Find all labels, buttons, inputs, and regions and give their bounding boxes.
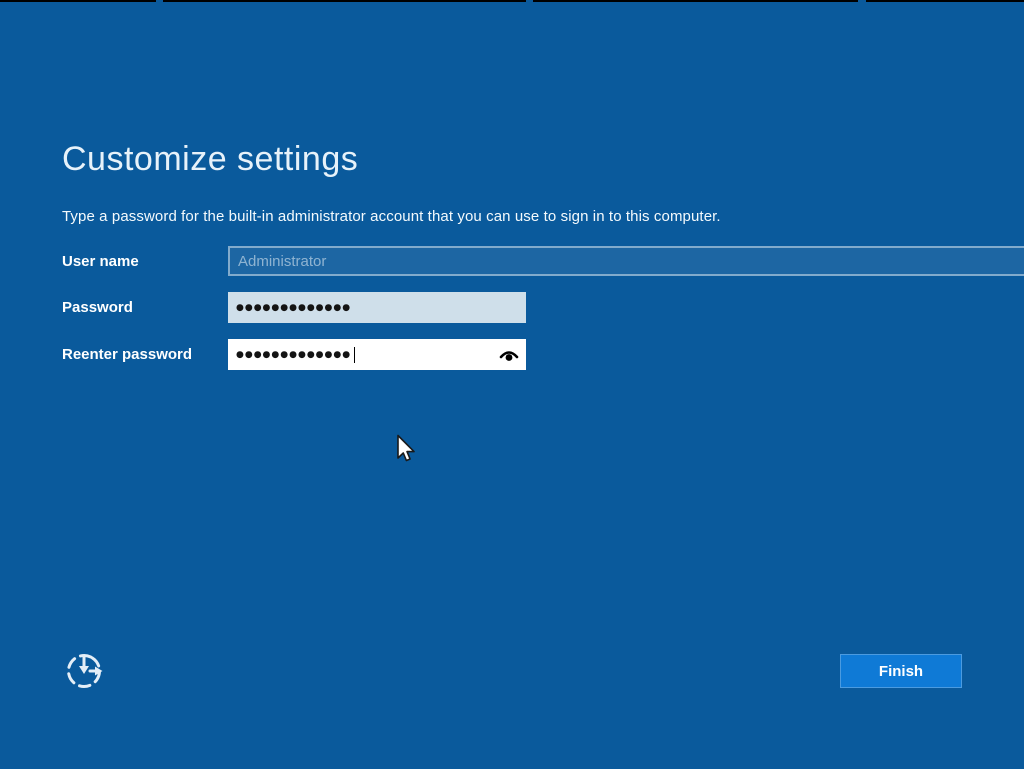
- text-caret: [354, 347, 355, 363]
- page-title: Customize settings: [62, 140, 358, 179]
- password-row: Password ●●●●●●●●●●●●●: [0, 292, 1024, 323]
- top-artifact-line: [0, 0, 156, 2]
- ease-of-access-icon: [62, 647, 110, 693]
- top-artifact-line: [866, 0, 1024, 2]
- password-masked-value: ●●●●●●●●●●●●●: [236, 303, 351, 313]
- password-input[interactable]: ●●●●●●●●●●●●●: [228, 292, 526, 323]
- reenter-password-input[interactable]: ●●●●●●●●●●●●●: [228, 339, 526, 370]
- reenter-password-masked-value: ●●●●●●●●●●●●●: [236, 350, 351, 360]
- ease-of-access-button[interactable]: [62, 646, 110, 694]
- reenter-password-label: Reenter password: [62, 339, 192, 370]
- finish-button[interactable]: Finish: [840, 654, 962, 688]
- username-label: User name: [62, 246, 139, 276]
- top-artifact-line: [533, 0, 858, 2]
- username-row: User name: [0, 246, 1024, 276]
- page-subtitle: Type a password for the built-in adminis…: [62, 208, 721, 225]
- mouse-cursor-arrow-icon: [396, 434, 420, 469]
- eye-icon: [498, 347, 520, 363]
- username-input[interactable]: [228, 246, 1024, 276]
- password-reveal-button[interactable]: [498, 347, 520, 363]
- reenter-password-row: Reenter password ●●●●●●●●●●●●●: [0, 339, 1024, 370]
- password-label: Password: [62, 292, 133, 323]
- top-artifact-line: [163, 0, 526, 2]
